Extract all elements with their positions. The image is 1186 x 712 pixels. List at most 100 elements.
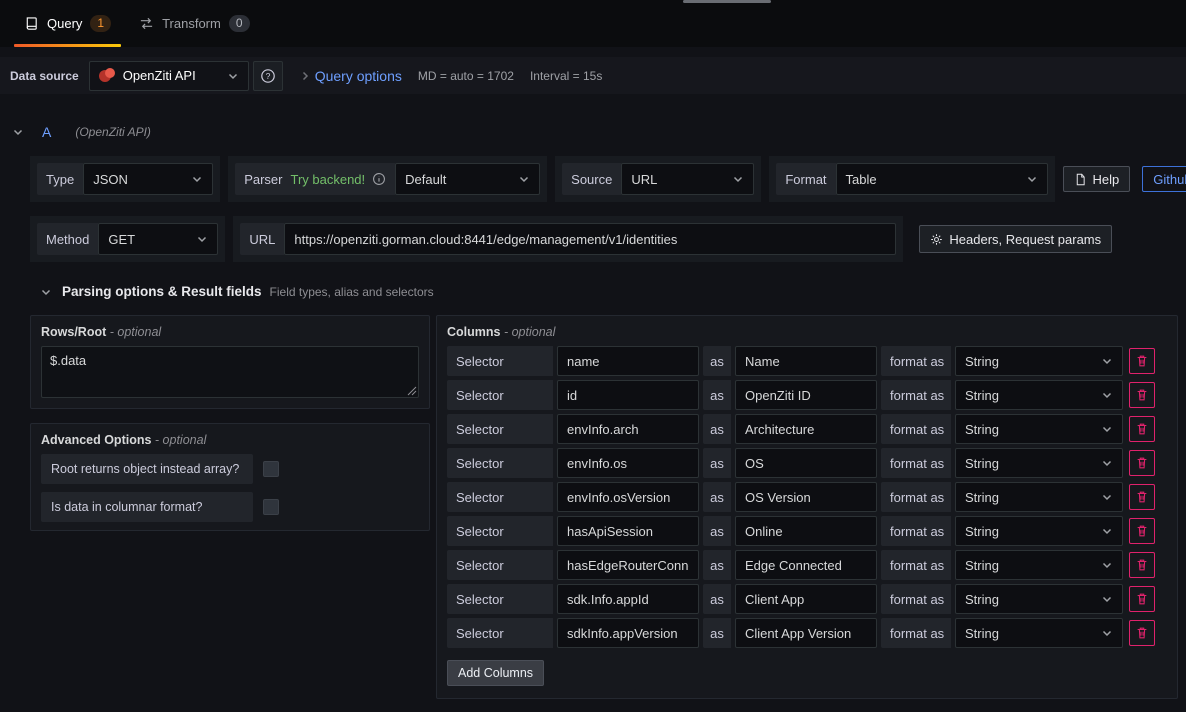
trash-icon: [1135, 422, 1149, 436]
format-select[interactable]: Table: [836, 163, 1048, 195]
method-field: Method GET: [30, 216, 225, 262]
alias-input[interactable]: [735, 346, 877, 376]
column-row: Selector as format as String: [447, 414, 1167, 444]
format-type-select[interactable]: String: [955, 618, 1123, 648]
selector-label: Selector: [447, 584, 553, 614]
help-button[interactable]: Help: [1063, 166, 1131, 192]
parsing-section-header: Parsing options & Result fields Field ty…: [40, 284, 1186, 299]
url-input[interactable]: [284, 223, 896, 255]
window-drag-handle: [683, 0, 771, 3]
source-field: Source URL: [555, 156, 761, 202]
delete-column-button[interactable]: [1129, 416, 1155, 442]
chevron-down-icon: [1101, 593, 1113, 605]
selector-label: Selector: [447, 482, 553, 512]
delete-column-button[interactable]: [1129, 586, 1155, 612]
datasource-picker[interactable]: OpenZiti API: [89, 61, 249, 91]
selector-input[interactable]: [557, 346, 699, 376]
selector-label: Selector: [447, 380, 553, 410]
parser-select[interactable]: Default: [395, 163, 540, 195]
tab-query[interactable]: Query 1: [10, 0, 125, 47]
chevron-down-icon: [1101, 525, 1113, 537]
format-type-select[interactable]: String: [955, 346, 1123, 376]
delete-column-button[interactable]: [1129, 518, 1155, 544]
selector-input[interactable]: [557, 448, 699, 478]
rows-root-title: Rows/Root - optional: [31, 316, 429, 346]
alias-input[interactable]: [735, 584, 877, 614]
chevron-down-icon: [1101, 491, 1113, 503]
columnar-format-checkbox[interactable]: [263, 499, 279, 515]
format-as-label: format as: [881, 618, 951, 648]
format-type-select[interactable]: String: [955, 482, 1123, 512]
alias-input[interactable]: [735, 482, 877, 512]
alias-input[interactable]: [735, 516, 877, 546]
alias-input[interactable]: [735, 550, 877, 580]
parsing-section-subtitle: Field types, alias and selectors: [270, 285, 434, 299]
alias-input[interactable]: [735, 448, 877, 478]
chevron-down-icon: [1101, 389, 1113, 401]
source-label: Source: [562, 163, 621, 195]
source-select[interactable]: URL: [621, 163, 754, 195]
format-type-select[interactable]: String: [955, 584, 1123, 614]
info-circle-icon: [372, 172, 386, 186]
selector-input[interactable]: [557, 550, 699, 580]
url-label: URL: [240, 223, 284, 255]
github-button[interactable]: Github: [1142, 166, 1186, 192]
as-label: as: [703, 414, 731, 444]
document-icon: [1074, 173, 1087, 186]
alias-input[interactable]: [735, 414, 877, 444]
selector-input[interactable]: [557, 482, 699, 512]
root-object-checkbox[interactable]: [263, 461, 279, 477]
as-label: as: [703, 448, 731, 478]
trash-icon: [1135, 626, 1149, 640]
type-select[interactable]: JSON: [83, 163, 213, 195]
format-type-select[interactable]: String: [955, 380, 1123, 410]
delete-column-button[interactable]: [1129, 552, 1155, 578]
options-row-2: Method GET URL Headers, Request params: [30, 216, 1178, 262]
format-type-select[interactable]: String: [955, 550, 1123, 580]
method-select[interactable]: GET: [98, 223, 218, 255]
selector-input[interactable]: [557, 380, 699, 410]
selector-label: Selector: [447, 550, 553, 580]
chevron-down-icon: [518, 173, 530, 185]
openziti-logo-icon: [99, 68, 115, 84]
trash-icon: [1135, 354, 1149, 368]
rows-root-input[interactable]: $.data: [41, 346, 419, 398]
add-columns-button[interactable]: Add Columns: [447, 660, 544, 686]
format-type-select[interactable]: String: [955, 414, 1123, 444]
selector-label: Selector: [447, 346, 553, 376]
delete-column-button[interactable]: [1129, 348, 1155, 374]
format-as-label: format as: [881, 584, 951, 614]
chevron-down-icon: [732, 173, 744, 185]
chevron-down-icon: [227, 70, 239, 82]
format-as-label: format as: [881, 550, 951, 580]
collapse-chevron-icon[interactable]: [40, 286, 52, 298]
format-label: Format: [776, 163, 835, 195]
resize-grip-icon[interactable]: [407, 386, 417, 396]
selector-input[interactable]: [557, 414, 699, 444]
interval-text: Interval = 15s: [530, 69, 602, 83]
type-label: Type: [37, 163, 83, 195]
delete-column-button[interactable]: [1129, 484, 1155, 510]
format-type-select[interactable]: String: [955, 448, 1123, 478]
chevron-right-icon: [299, 70, 311, 82]
column-row: Selector as format as String: [447, 550, 1167, 580]
selector-input[interactable]: [557, 516, 699, 546]
as-label: as: [703, 380, 731, 410]
selector-input[interactable]: [557, 618, 699, 648]
alias-input[interactable]: [735, 618, 877, 648]
selector-input[interactable]: [557, 584, 699, 614]
datasource-help-button[interactable]: ?: [253, 61, 283, 91]
column-row: Selector as format as String: [447, 516, 1167, 546]
datasource-toolbar: Data source OpenZiti API ? Query options…: [0, 57, 1186, 94]
delete-column-button[interactable]: [1129, 450, 1155, 476]
collapse-chevron-icon[interactable]: [12, 126, 24, 138]
query-options-link[interactable]: Query options: [315, 68, 402, 84]
format-type-select[interactable]: String: [955, 516, 1123, 546]
headers-request-params-button[interactable]: Headers, Request params: [919, 225, 1112, 253]
delete-column-button[interactable]: [1129, 620, 1155, 646]
chevron-down-icon: [1101, 355, 1113, 367]
alias-input[interactable]: [735, 380, 877, 410]
tab-transform[interactable]: Transform 0: [125, 0, 263, 47]
delete-column-button[interactable]: [1129, 382, 1155, 408]
chevron-down-icon: [191, 173, 203, 185]
